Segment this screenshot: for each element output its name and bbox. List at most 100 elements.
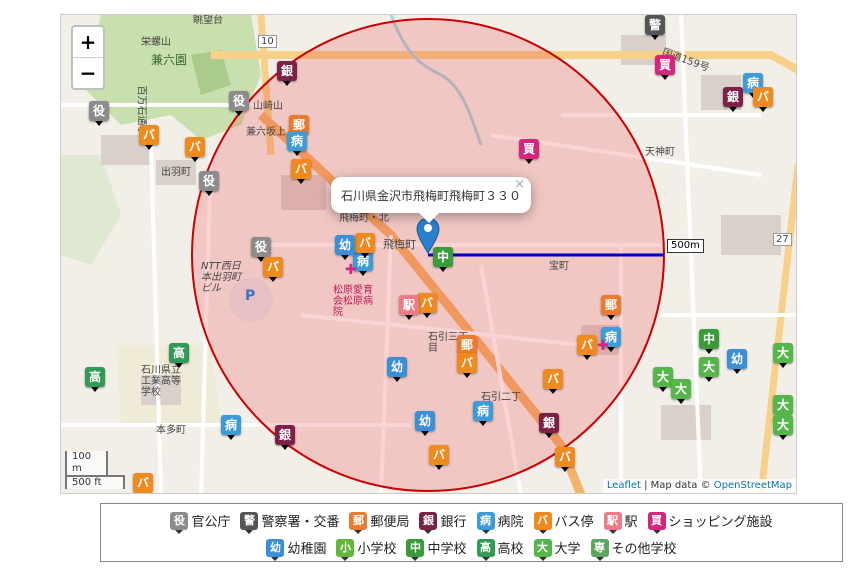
bank-icon[interactable]: 銀 <box>275 425 295 450</box>
university-icon[interactable]: 大 <box>773 415 793 440</box>
bus-stop-icon[interactable]: バ <box>139 125 159 150</box>
label-takaramachi: 宝町 <box>549 261 569 272</box>
route-shield-10: 10 <box>258 35 277 48</box>
bank-icon[interactable]: 銀 <box>277 61 297 86</box>
kindergarten-icon[interactable]: 幼 <box>727 349 747 374</box>
bus-stop-icon[interactable]: バ <box>185 137 205 162</box>
label-viewpoint: 眺望台 <box>193 15 223 26</box>
station-icon[interactable]: 駅 <box>399 295 419 320</box>
attribution-separator: | Map data © <box>640 480 714 491</box>
kindergarten-icon[interactable]: 幼 <box>387 357 407 382</box>
legend-label: 病院 <box>497 515 524 530</box>
bus-stop-icon[interactable]: バ <box>577 335 597 360</box>
legend-item-kindergarten: 幼幼稚園 <box>266 538 327 561</box>
label-matsubara-hospital: 松原愛育会松原病院 <box>333 285 373 318</box>
university-icon[interactable]: 大 <box>653 367 673 392</box>
bus-stop-icon[interactable]: バ <box>133 473 153 493</box>
legend-label: 大学 <box>554 542 581 557</box>
scale-metric: 100 m <box>65 451 108 477</box>
legend-item-post: 郵郵便局 <box>349 511 410 534</box>
shopping-icon: 買 <box>647 511 666 534</box>
bank-icon[interactable]: 銀 <box>723 87 743 112</box>
bus-stop-icon[interactable]: バ <box>417 293 437 318</box>
junior-high-school-icon[interactable]: 中 <box>699 329 719 354</box>
legend-row-1: 役官公庁 警警察署・交番 郵郵便局 銀銀行 病病院 ババス停 駅駅 買ショッピン… <box>101 511 842 534</box>
map-attribution: Leaflet | Map data © OpenStreetMap <box>602 479 796 493</box>
hospital-icon[interactable]: 病 <box>473 401 493 426</box>
legend-item-hospital: 病病院 <box>476 511 524 534</box>
high-school-icon: 高 <box>476 538 495 561</box>
station-icon: 駅 <box>603 511 622 534</box>
university-icon[interactable]: 大 <box>671 379 691 404</box>
legend-label: 小学校 <box>357 542 397 557</box>
map-view[interactable]: 兼六園 出羽町 飛梅町 宝町 天神町 本多町 石引三丁目 石引二丁目 NTT西日… <box>60 14 797 494</box>
legend-item-university: 大大学 <box>533 538 581 561</box>
bank-icon: 銀 <box>419 511 438 534</box>
leaflet-link[interactable]: Leaflet <box>607 480 641 491</box>
radius-label: 500m <box>667 239 704 253</box>
bus-stop-icon[interactable]: バ <box>291 159 311 184</box>
bank-icon[interactable]: 銀 <box>539 413 559 438</box>
legend-label: 警察署・交番 <box>261 515 340 530</box>
legend-label: 駅 <box>624 515 638 530</box>
popup-address-text: 石川県金沢市飛梅町飛梅町３３０ <box>341 189 522 203</box>
legend-item-police: 警警察署・交番 <box>240 511 340 534</box>
marker-dot <box>424 224 432 232</box>
bus-stop-icon[interactable]: バ <box>457 353 477 378</box>
legend-item-elementary: 小小学校 <box>336 538 397 561</box>
bus-stop-icon[interactable]: バ <box>263 257 283 282</box>
government-icon[interactable]: 役 <box>89 101 109 126</box>
legend-label: ショッピング施設 <box>668 515 773 530</box>
scale-bar: 100 m 500 ft <box>65 451 125 489</box>
hospital-icon: 病 <box>476 511 495 534</box>
label-sazaeyama: 栄螺山 <box>141 37 171 48</box>
post-office-icon[interactable]: 郵 <box>601 295 621 320</box>
legend-item-shopping: 買ショッピング施設 <box>647 511 773 534</box>
label-industrial-high-school: 石川県立工業高等学校 <box>141 365 181 398</box>
zoom-out-button[interactable]: − <box>73 57 103 88</box>
openstreetmap-link[interactable]: OpenStreetMap <box>714 480 792 491</box>
junior-high-school-icon: 中 <box>406 538 425 561</box>
zoom-in-button[interactable]: + <box>73 27 103 57</box>
popup-close-button[interactable]: × <box>514 177 525 192</box>
label-ntt-building: NTT西日本出羽町ビル <box>201 261 241 294</box>
legend-label: 郵便局 <box>370 515 410 530</box>
bus-stop-icon: バ <box>533 511 552 534</box>
elementary-school-icon: 小 <box>336 538 355 561</box>
government-icon: 役 <box>170 511 189 534</box>
legend-item-high-school: 高高校 <box>476 538 524 561</box>
kindergarten-icon[interactable]: 幼 <box>335 235 355 260</box>
legend-row-2: 幼幼稚園 小小学校 中中学校 高高校 大大学 専その他学校 <box>101 538 842 561</box>
bus-stop-icon[interactable]: バ <box>753 87 773 112</box>
other-school-icon: 専 <box>590 538 609 561</box>
government-icon[interactable]: 役 <box>229 91 249 116</box>
address-popup: 石川県金沢市飛梅町飛梅町３３０ × <box>331 177 531 223</box>
government-icon[interactable]: 役 <box>199 171 219 196</box>
hospital-icon[interactable]: 病 <box>287 131 307 156</box>
route-shield-27: 27 <box>773 233 792 246</box>
label-dewamachi: 出羽町 <box>161 167 191 178</box>
zoom-control: + − <box>71 25 105 90</box>
police-icon[interactable]: 警 <box>645 15 665 40</box>
junior-high-school-icon[interactable]: 中 <box>433 247 453 272</box>
legend-label: 幼稚園 <box>287 542 327 557</box>
shopping-icon[interactable]: 買 <box>519 139 539 164</box>
high-school-icon[interactable]: 高 <box>169 343 189 368</box>
bus-stop-icon[interactable]: バ <box>429 445 449 470</box>
legend-item-junior-high: 中中学校 <box>406 538 467 561</box>
green-area <box>61 155 121 265</box>
popup-tip <box>419 213 439 223</box>
hospital-cross-icon: ✚ <box>597 338 609 354</box>
legend-label: 官公庁 <box>191 515 231 530</box>
university-icon[interactable]: 大 <box>773 343 793 368</box>
hospital-icon[interactable]: 病 <box>221 415 241 440</box>
university-icon[interactable]: 大 <box>699 357 719 382</box>
bus-stop-icon[interactable]: バ <box>555 447 575 472</box>
bus-stop-icon[interactable]: バ <box>543 369 563 394</box>
shopping-icon[interactable]: 買 <box>655 55 675 80</box>
high-school-icon[interactable]: 高 <box>85 367 105 392</box>
legend-item-bus: ババス停 <box>533 511 594 534</box>
kindergarten-icon[interactable]: 幼 <box>415 411 435 436</box>
label-tobiume-kita: 飛梅町・北 <box>339 213 389 224</box>
bus-stop-icon[interactable]: バ <box>355 233 375 258</box>
